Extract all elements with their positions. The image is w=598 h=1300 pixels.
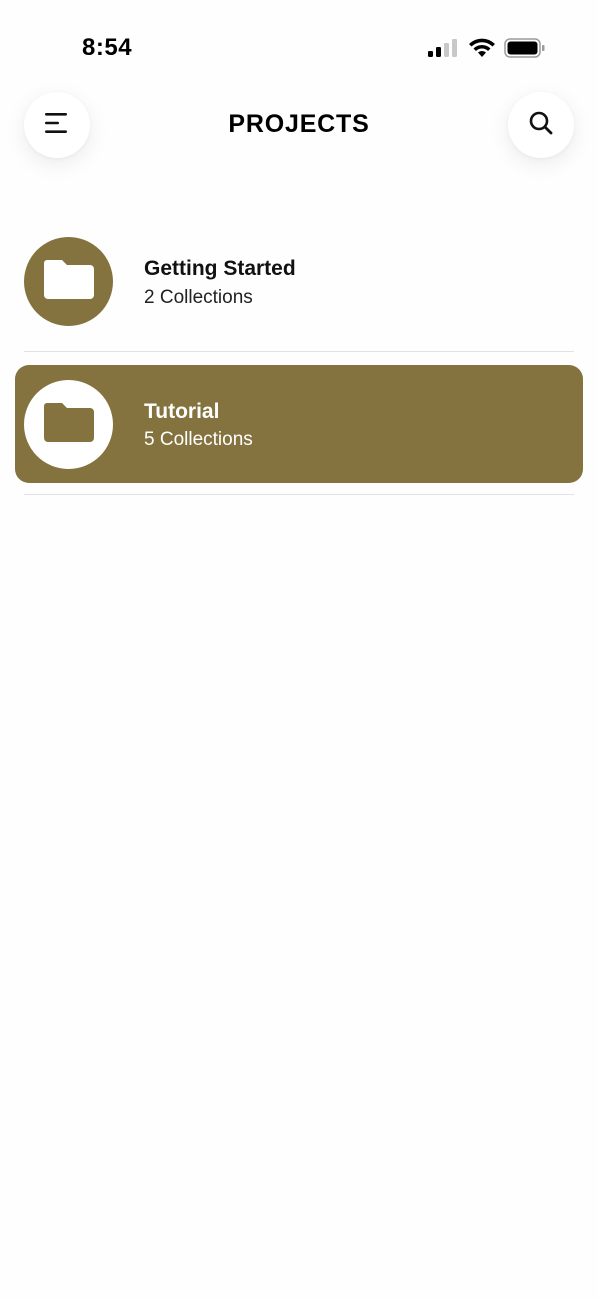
status-bar: 8:54 bbox=[0, 0, 598, 80]
folder-icon bbox=[43, 258, 95, 305]
project-avatar bbox=[24, 237, 113, 326]
folder-icon bbox=[43, 401, 95, 448]
battery-icon bbox=[504, 38, 546, 63]
project-collection-count: 5 Collections bbox=[144, 429, 253, 450]
cellular-signal-icon bbox=[428, 38, 458, 63]
status-time: 8:54 bbox=[82, 34, 133, 61]
project-item-getting-started[interactable]: Getting Started 2 Collections bbox=[15, 222, 583, 340]
project-collection-count: 2 Collections bbox=[144, 287, 253, 308]
divider bbox=[24, 494, 574, 495]
projects-screen: 8:54 PROJECTS Getting Started 2 Collecti… bbox=[0, 0, 598, 1300]
wifi-icon bbox=[468, 37, 496, 63]
divider bbox=[24, 351, 574, 352]
project-item-tutorial[interactable]: Tutorial 5 Collections bbox=[15, 365, 583, 483]
project-name: Getting Started bbox=[144, 257, 296, 280]
project-name: Tutorial bbox=[144, 400, 220, 423]
project-avatar bbox=[24, 380, 113, 469]
search-button[interactable] bbox=[508, 92, 574, 158]
search-icon bbox=[528, 110, 554, 141]
